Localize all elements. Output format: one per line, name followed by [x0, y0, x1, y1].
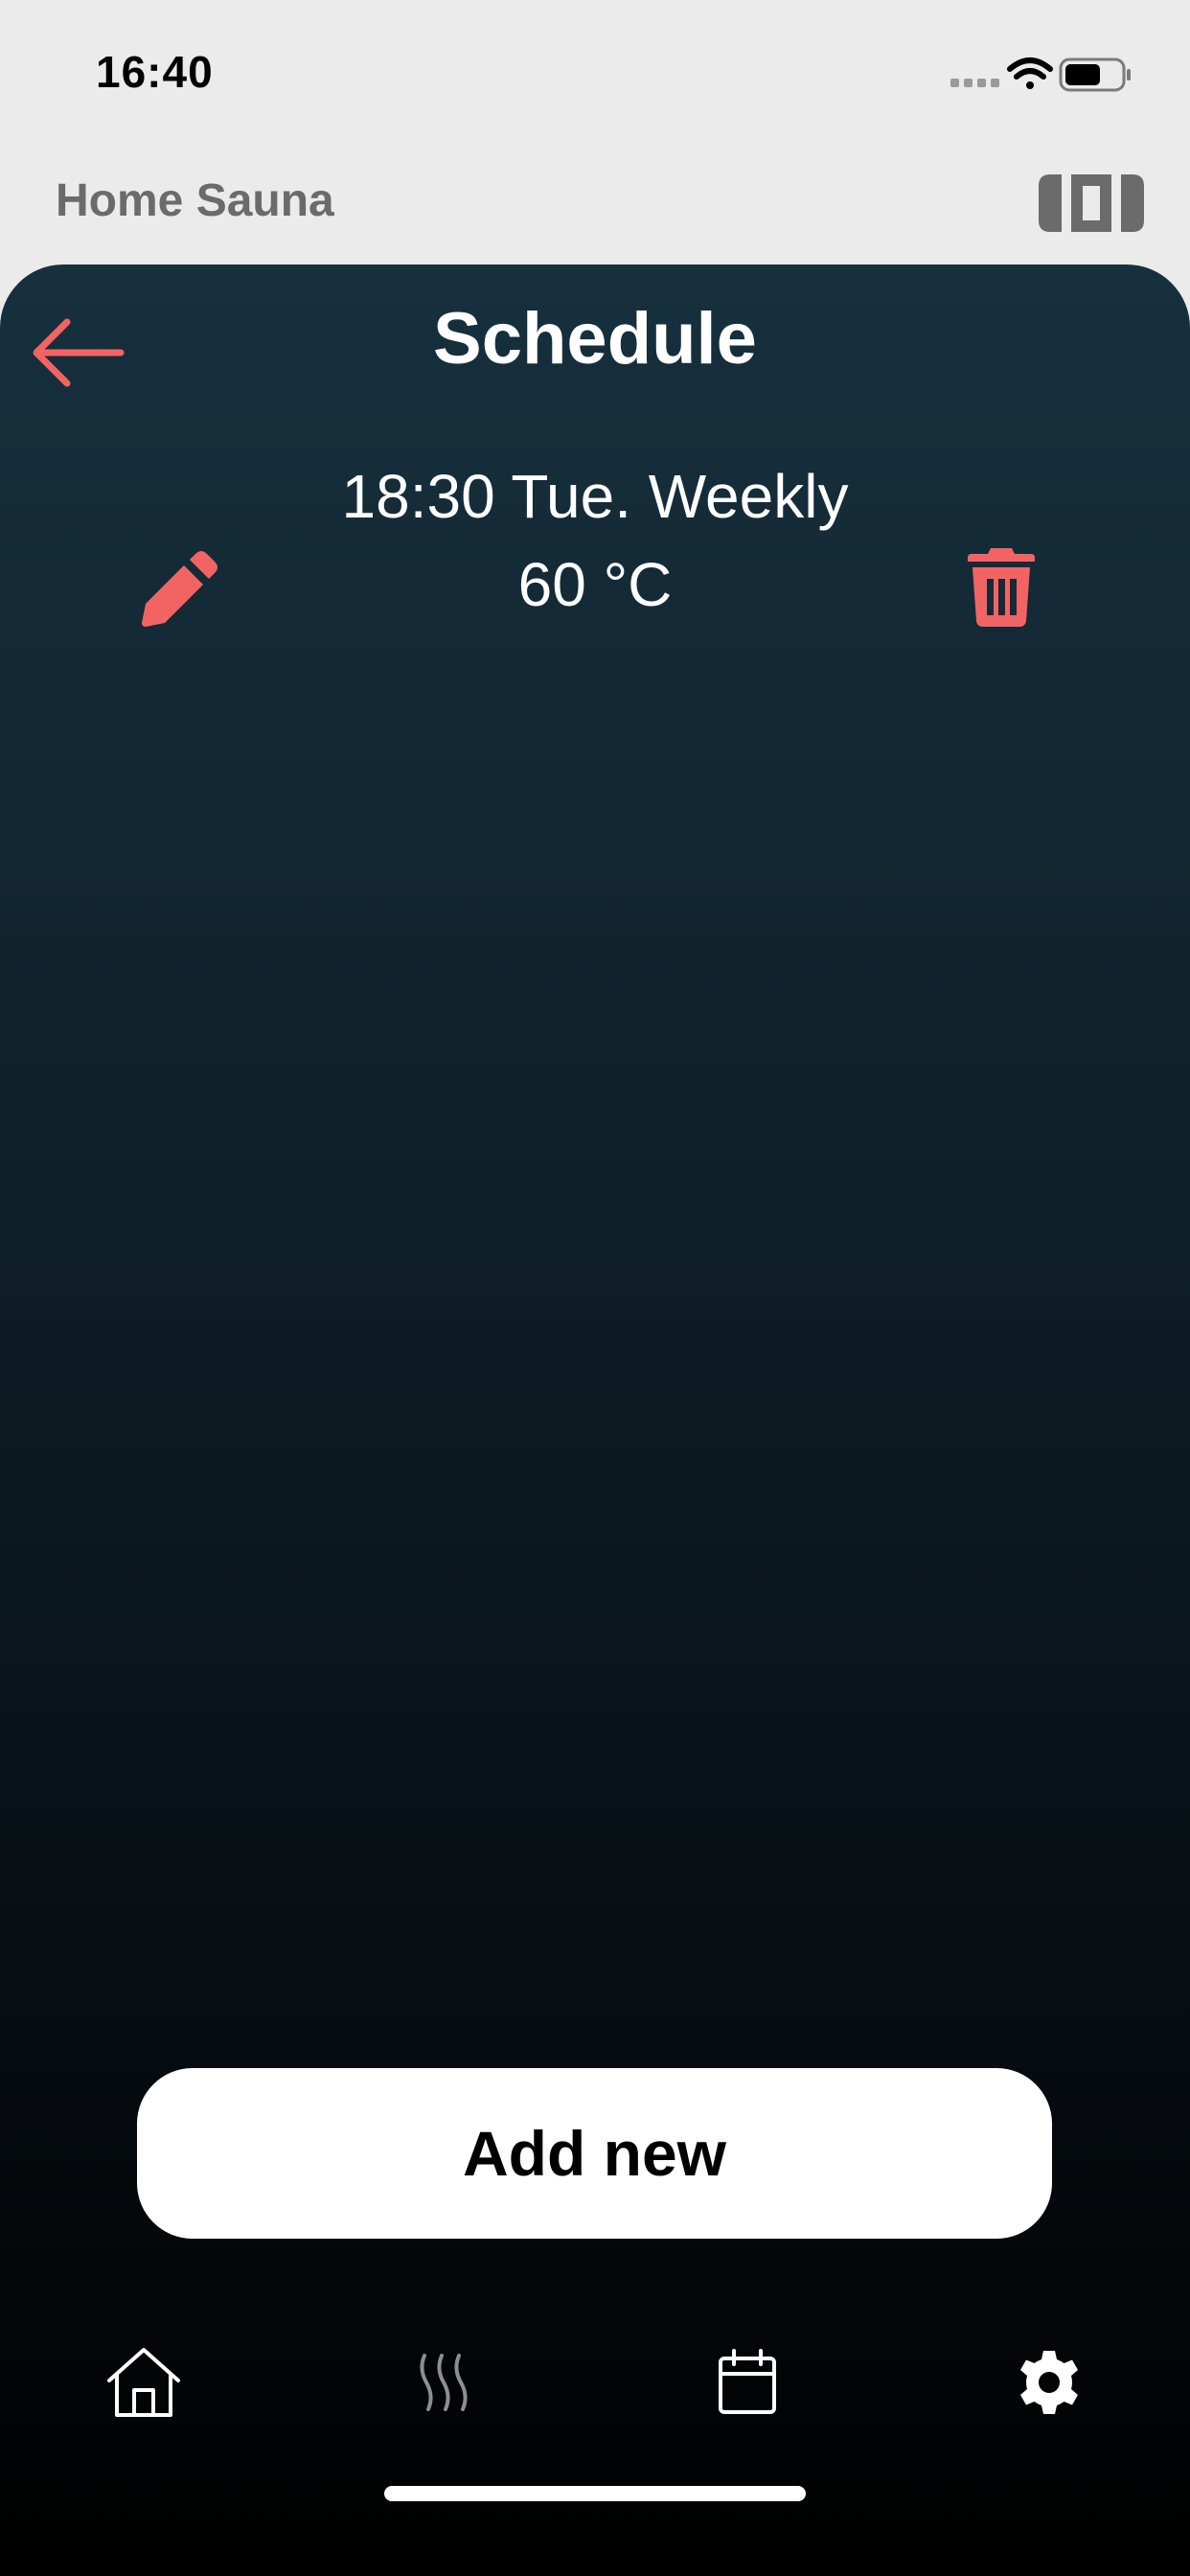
status-time: 16:40 [96, 47, 214, 97]
wifi-icon [1007, 58, 1053, 89]
edit-button[interactable] [140, 548, 226, 634]
status-icons [950, 52, 1133, 103]
delete-button[interactable] [968, 548, 1044, 634]
gear-icon [1020, 2351, 1078, 2414]
tab-heat[interactable] [388, 2325, 503, 2440]
pencil-icon [142, 551, 217, 627]
heat-waves-icon [420, 2354, 468, 2411]
schedule-screen: Schedule 18:30 Tue. Weekly 60 °C Add new [0, 264, 1190, 2576]
home-indicator[interactable] [384, 2486, 806, 2501]
tab-bar [0, 2325, 1190, 2478]
status-bar: 16:40 [0, 0, 1190, 144]
app-title: Home Sauna [56, 175, 334, 226]
schedule-item: 18:30 Tue. Weekly 60 °C [0, 452, 1190, 627]
battery-icon [1059, 58, 1131, 92]
tab-settings[interactable] [992, 2325, 1107, 2440]
page-title: Schedule [433, 298, 757, 380]
tab-home[interactable] [86, 2325, 201, 2440]
tab-schedule[interactable] [690, 2325, 805, 2440]
home-icon [107, 2348, 180, 2417]
calendar-icon [719, 2349, 776, 2414]
signal-icon [950, 79, 999, 87]
schedule-time: 18:30 Tue. Weekly [341, 462, 849, 531]
sauna-device-icon[interactable] [1037, 172, 1146, 239]
trash-icon [968, 548, 1035, 627]
add-new-button[interactable]: Add new [137, 2068, 1052, 2239]
app-header: Home Sauna [0, 144, 1190, 268]
